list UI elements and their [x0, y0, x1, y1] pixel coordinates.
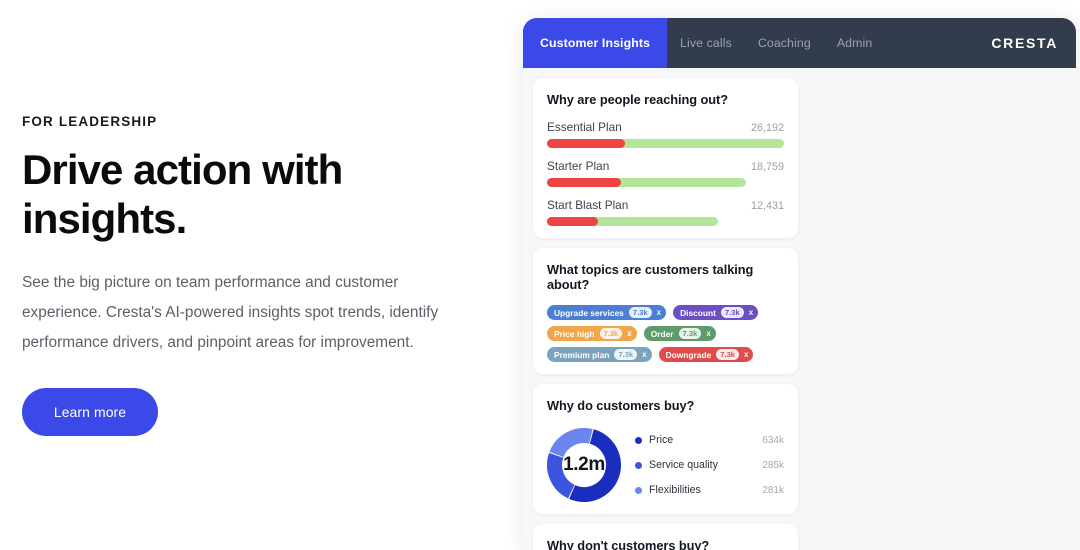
hero-section: FOR LEADERSHIP Drive action with insight… — [22, 0, 482, 550]
topic-tag-count: 7.3k — [716, 349, 740, 360]
bar-chart: Essential Plan 26,192 Starter Plan 18,759 St… — [547, 120, 784, 226]
close-icon[interactable]: x — [657, 308, 661, 317]
topic-tag-label: Upgrade services — [554, 307, 624, 318]
topic-tag-label: Discount — [680, 307, 716, 318]
bar-fill — [547, 217, 599, 226]
learn-more-button[interactable]: Learn more — [22, 387, 158, 436]
close-icon[interactable]: x — [627, 329, 631, 338]
legend-label: Flexibilities — [649, 484, 701, 496]
legend-item: Price 634k — [635, 434, 784, 446]
app-header: Customer Insights Live calls Coaching Ad… — [523, 18, 1076, 68]
bar-value: 26,192 — [750, 122, 784, 134]
topic-tag-count: 7.3k — [614, 349, 638, 360]
card-topics: What topics are customers talking about?… — [533, 248, 798, 374]
legend-item: Flexibilities 281k — [635, 484, 784, 496]
close-icon[interactable]: x — [642, 350, 646, 359]
dashboard-grid: Why are people reaching out? Essential P… — [523, 68, 1076, 550]
tab-admin[interactable]: Admin — [824, 18, 885, 68]
close-icon[interactable]: x — [706, 329, 710, 338]
topic-tag[interactable]: Upgrade services 7.3k x — [547, 305, 667, 320]
tab-live-calls[interactable]: Live calls — [667, 18, 745, 68]
topic-tag[interactable]: Downgrade 7.3k x — [658, 347, 754, 362]
topic-tag[interactable]: Order 7.3k x — [643, 326, 716, 341]
legend-value: 281k — [762, 484, 784, 496]
legend-why-buy: Price 634k Service quality 285k Flexibilitie… — [635, 434, 784, 496]
hero-eyebrow: FOR LEADERSHIP — [22, 114, 158, 130]
tab-coaching[interactable]: Coaching — [745, 18, 824, 68]
donut-chart-why-buy: 1.2m — [547, 428, 621, 502]
bar-value: 18,759 — [750, 161, 784, 173]
bar-label: Essential Plan — [547, 120, 622, 134]
close-icon[interactable]: x — [749, 308, 753, 317]
legend-label: Price — [649, 434, 674, 446]
card-title: Why are people reaching out? — [547, 92, 728, 107]
topic-tag-label: Order — [650, 328, 674, 339]
tab-customer-insights[interactable]: Customer Insights — [523, 18, 668, 68]
topic-tag-count: 7.3k — [678, 328, 702, 339]
legend-color-dot — [635, 461, 642, 469]
legend-label: Service quality — [649, 459, 718, 471]
bar-row: Start Blast Plan 12,431 — [547, 198, 784, 226]
legend-value: 285k — [762, 459, 784, 471]
topic-tag-list: Upgrade services 7.3k x Discount 7.3k x Price … — [547, 305, 784, 362]
bar-value: 12,431 — [750, 200, 784, 212]
bar-label: Start Blast Plan — [547, 198, 629, 212]
topic-tag-count: 7.3k — [599, 328, 623, 339]
card-why-not-buy: Why don't customers buy? 391k Moving281k… — [533, 524, 798, 550]
bar-row: Starter Plan 18,759 — [547, 159, 784, 187]
bar-track — [547, 139, 784, 148]
card-reaching-out: Why are people reaching out? Essential P… — [533, 78, 798, 238]
card-title: What topics are customers talking about? — [547, 262, 754, 292]
topic-tag[interactable]: Premium plan 7.3k x — [547, 347, 652, 362]
topic-tag-label: Downgrade — [665, 349, 712, 360]
cresta-logo: CRESTA — [991, 35, 1058, 51]
hero-description: See the big picture on team performance … — [22, 273, 439, 351]
bar-track — [547, 217, 718, 226]
app-mockup-panel: Customer Insights Live calls Coaching Ad… — [523, 18, 1076, 550]
bar-track — [547, 178, 747, 187]
topic-tag-label: Premium plan — [554, 349, 610, 360]
topic-tag[interactable]: Price high 7.3k x — [547, 326, 637, 341]
donut-center: 1.2m — [547, 428, 621, 502]
bar-label: Starter Plan — [547, 159, 610, 173]
legend-color-dot — [635, 486, 642, 494]
legend-item: Service quality 285k — [635, 459, 784, 471]
legend-color-dot — [635, 436, 642, 444]
card-title: Why don't customers buy? — [547, 538, 710, 550]
topic-tag-count: 7.3k — [720, 307, 744, 318]
card-title: Why do customers buy? — [547, 398, 695, 413]
card-why-buy: Why do customers buy? 1.2m Price 634k Serv… — [533, 384, 798, 514]
bar-fill — [547, 178, 621, 187]
topic-tag-label: Price high — [554, 328, 595, 339]
topic-tag-count: 7.3k — [628, 307, 652, 318]
bar-fill — [547, 139, 626, 148]
donut-center-value: 1.2m — [563, 454, 605, 475]
legend-value: 634k — [762, 434, 784, 446]
bar-row: Essential Plan 26,192 — [547, 120, 784, 148]
page-title: Drive action with insights. — [22, 146, 343, 243]
topic-tag[interactable]: Discount 7.3k x — [673, 305, 759, 320]
close-icon[interactable]: x — [744, 350, 748, 359]
